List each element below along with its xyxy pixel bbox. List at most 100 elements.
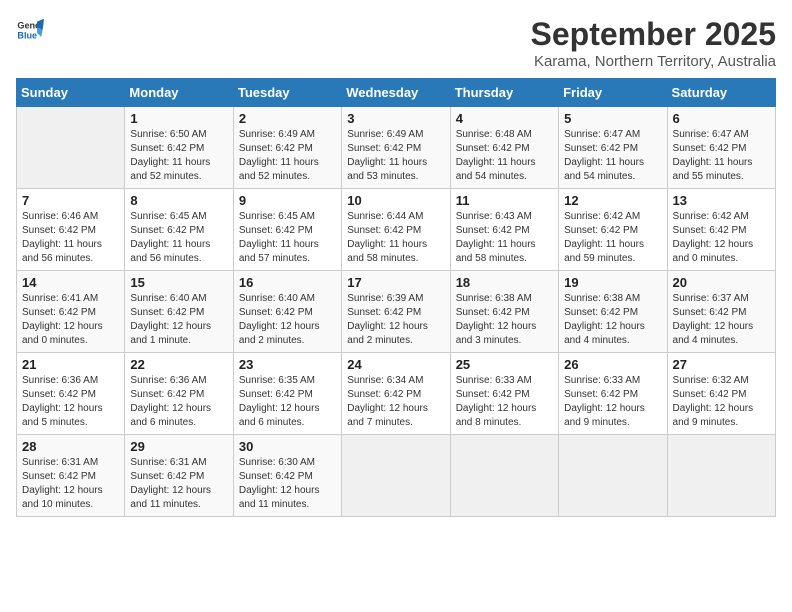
day-info: Sunrise: 6:36 AM Sunset: 6:42 PM Dayligh… [22,374,119,430]
day-number: 10 [347,193,444,208]
day-cell: 16 Sunrise: 6:40 AM Sunset: 6:42 PM Dayli… [233,271,341,353]
day-number: 23 [239,357,336,372]
calendar-table: SundayMondayTuesdayWednesdayThursdayFrid… [16,78,776,517]
day-number: 1 [130,111,227,126]
day-cell [667,435,775,517]
day-cell: 8Sunrise: 6:45 AM Sunset: 6:42 PM Daylig… [125,189,233,271]
day-number: 24 [347,357,444,372]
day-cell: 21 Sunrise: 6:36 AM Sunset: 6:42 PM Dayli… [17,353,125,435]
day-info: Sunrise: 6:48 AM Sunset: 6:42 PM Dayligh… [456,128,553,184]
day-info: Sunrise: 6:38 AM Sunset: 6:42 PM Dayligh… [456,292,553,348]
day-info: Sunrise: 6:41 AM Sunset: 6:42 PM Dayligh… [22,292,119,348]
day-cell: 14 Sunrise: 6:41 AM Sunset: 6:42 PM Dayli… [17,271,125,353]
day-info: Sunrise: 6:45 AM Sunset: 6:42 PM Dayligh… [239,210,336,266]
day-number: 29 [130,439,227,454]
day-cell: 12 Sunrise: 6:42 AM Sunset: 6:42 PM Dayli… [559,189,667,271]
day-number: 15 [130,275,227,290]
header-saturday: Saturday [667,79,775,107]
day-info: Sunrise: 6:34 AM Sunset: 6:42 PM Dayligh… [347,374,444,430]
day-info: Sunrise: 6:35 AM Sunset: 6:42 PM Dayligh… [239,374,336,430]
day-number: 28 [22,439,119,454]
day-info: Sunrise: 6:40 AM Sunset: 6:42 PM Dayligh… [130,292,227,348]
week-row-0: 1Sunrise: 6:50 AM Sunset: 6:42 PM Daylig… [17,107,776,189]
day-info: Sunrise: 6:37 AM Sunset: 6:42 PM Dayligh… [673,292,770,348]
header-wednesday: Wednesday [342,79,450,107]
day-cell: 4 Sunrise: 6:48 AM Sunset: 6:42 PM Daylig… [450,107,558,189]
header-friday: Friday [559,79,667,107]
day-number: 17 [347,275,444,290]
day-number: 11 [456,193,553,208]
day-cell: 24 Sunrise: 6:34 AM Sunset: 6:42 PM Dayli… [342,353,450,435]
day-number: 2 [239,111,336,126]
calendar-header-row: SundayMondayTuesdayWednesdayThursdayFrid… [17,79,776,107]
day-number: 19 [564,275,661,290]
logo-icon: General Blue [16,16,44,44]
day-number: 25 [456,357,553,372]
day-number: 20 [673,275,770,290]
day-number: 8 [130,193,227,208]
day-cell: 15 Sunrise: 6:40 AM Sunset: 6:42 PM Dayli… [125,271,233,353]
day-cell [342,435,450,517]
day-number: 7 [22,193,119,208]
svg-text:Blue: Blue [17,30,37,40]
day-info: Sunrise: 6:49 AM Sunset: 6:42 PM Dayligh… [239,128,336,184]
month-title: September 2025 [531,16,776,53]
day-info: Sunrise: 6:36 AM Sunset: 6:42 PM Dayligh… [130,374,227,430]
logo: General Blue [16,16,44,44]
day-info: Sunrise: 6:31 AM Sunset: 6:42 PM Dayligh… [22,456,119,512]
week-row-4: 28 Sunrise: 6:31 AM Sunset: 6:42 PM Dayli… [17,435,776,517]
day-cell: 18Sunrise: 6:38 AM Sunset: 6:42 PM Dayli… [450,271,558,353]
day-number: 12 [564,193,661,208]
day-info: Sunrise: 6:47 AM Sunset: 6:42 PM Dayligh… [564,128,661,184]
header: General Blue September 2025 Karama, Nort… [16,16,776,70]
day-cell: 27 Sunrise: 6:32 AM Sunset: 6:42 PM Dayli… [667,353,775,435]
day-cell: 9Sunrise: 6:45 AM Sunset: 6:42 PM Daylig… [233,189,341,271]
day-cell: 11 Sunrise: 6:43 AM Sunset: 6:42 PM Dayli… [450,189,558,271]
header-thursday: Thursday [450,79,558,107]
day-info: Sunrise: 6:33 AM Sunset: 6:42 PM Dayligh… [456,374,553,430]
day-cell: 22 Sunrise: 6:36 AM Sunset: 6:42 PM Dayli… [125,353,233,435]
day-info: Sunrise: 6:43 AM Sunset: 6:42 PM Dayligh… [456,210,553,266]
day-info: Sunrise: 6:32 AM Sunset: 6:42 PM Dayligh… [673,374,770,430]
day-info: Sunrise: 6:40 AM Sunset: 6:42 PM Dayligh… [239,292,336,348]
day-info: Sunrise: 6:49 AM Sunset: 6:42 PM Dayligh… [347,128,444,184]
day-cell: 10Sunrise: 6:44 AM Sunset: 6:42 PM Dayli… [342,189,450,271]
header-tuesday: Tuesday [233,79,341,107]
day-number: 27 [673,357,770,372]
day-number: 3 [347,111,444,126]
day-info: Sunrise: 6:42 AM Sunset: 6:42 PM Dayligh… [564,210,661,266]
day-info: Sunrise: 6:39 AM Sunset: 6:42 PM Dayligh… [347,292,444,348]
day-cell: 23 Sunrise: 6:35 AM Sunset: 6:42 PM Dayli… [233,353,341,435]
day-cell: 1Sunrise: 6:50 AM Sunset: 6:42 PM Daylig… [125,107,233,189]
day-number: 21 [22,357,119,372]
day-cell: 6 Sunrise: 6:47 AM Sunset: 6:42 PM Daylig… [667,107,775,189]
day-cell [450,435,558,517]
day-cell: 2 Sunrise: 6:49 AM Sunset: 6:42 PM Daylig… [233,107,341,189]
header-sunday: Sunday [17,79,125,107]
day-cell: 7 Sunrise: 6:46 AM Sunset: 6:42 PM Daylig… [17,189,125,271]
day-cell [559,435,667,517]
day-number: 22 [130,357,227,372]
day-number: 5 [564,111,661,126]
day-info: Sunrise: 6:33 AM Sunset: 6:42 PM Dayligh… [564,374,661,430]
subtitle: Karama, Northern Territory, Australia [531,53,776,70]
day-number: 30 [239,439,336,454]
day-cell: 25 Sunrise: 6:33 AM Sunset: 6:42 PM Dayli… [450,353,558,435]
day-info: Sunrise: 6:42 AM Sunset: 6:42 PM Dayligh… [673,210,770,266]
day-number: 13 [673,193,770,208]
day-info: Sunrise: 6:46 AM Sunset: 6:42 PM Dayligh… [22,210,119,266]
day-number: 16 [239,275,336,290]
day-cell: 29 Sunrise: 6:31 AM Sunset: 6:42 PM Dayli… [125,435,233,517]
day-number: 6 [673,111,770,126]
day-cell: 28 Sunrise: 6:31 AM Sunset: 6:42 PM Dayli… [17,435,125,517]
day-cell [17,107,125,189]
title-area: September 2025 Karama, Northern Territor… [531,16,776,70]
day-number: 14 [22,275,119,290]
day-number: 4 [456,111,553,126]
day-info: Sunrise: 6:31 AM Sunset: 6:42 PM Dayligh… [130,456,227,512]
day-cell: 30Sunrise: 6:30 AM Sunset: 6:42 PM Dayli… [233,435,341,517]
day-cell: 20 Sunrise: 6:37 AM Sunset: 6:42 PM Dayli… [667,271,775,353]
day-cell: 13 Sunrise: 6:42 AM Sunset: 6:42 PM Dayli… [667,189,775,271]
day-cell: 3 Sunrise: 6:49 AM Sunset: 6:42 PM Daylig… [342,107,450,189]
day-info: Sunrise: 6:47 AM Sunset: 6:42 PM Dayligh… [673,128,770,184]
